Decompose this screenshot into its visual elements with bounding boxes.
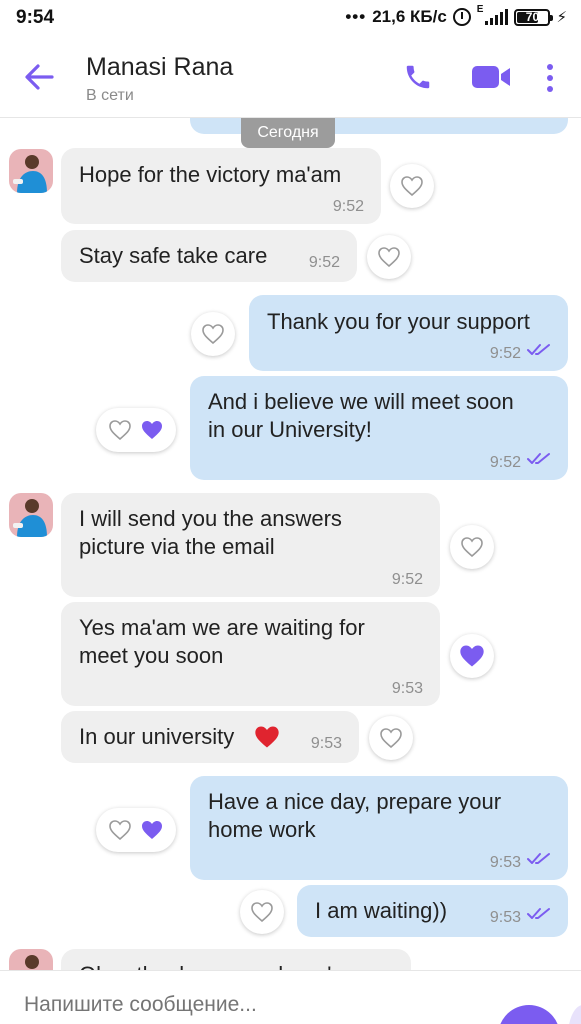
phone-icon[interactable]	[403, 62, 433, 92]
date-chip: Сегодня	[241, 118, 335, 148]
message-bubble-outgoing[interactable]: Have a nice day, prepare your home work …	[190, 776, 568, 880]
message-text: Thank you for your support	[267, 309, 530, 334]
heart-filled-icon	[142, 821, 162, 839]
avatar-image	[9, 149, 53, 193]
heart-outline-icon	[461, 537, 483, 558]
heart-outline-icon	[202, 324, 224, 345]
message-bubble-outgoing[interactable]: Thank you for your support 9:52	[249, 295, 568, 371]
double-check-icon	[527, 453, 550, 464]
message-bubble-incoming[interactable]: Yes ma'am we are waiting for meet you so…	[61, 602, 440, 706]
avatar-image	[9, 949, 53, 970]
message-text: Hope for the victory ma'am	[79, 162, 342, 187]
avatar[interactable]	[9, 149, 53, 193]
heart-filled-icon	[142, 421, 162, 439]
message-bubble-outgoing[interactable]: I am waiting)) 9:53	[297, 885, 568, 937]
like-button[interactable]	[191, 312, 235, 356]
avatar[interactable]	[9, 493, 53, 537]
message-text-line: meet you soon	[79, 643, 224, 668]
message-time: 9:52	[489, 454, 521, 471]
like-button[interactable]	[367, 235, 411, 279]
message-text: In our university	[79, 724, 235, 749]
charging-icon: ⚡	[556, 9, 567, 26]
back-arrow-icon[interactable]	[22, 60, 56, 94]
like-button[interactable]	[450, 525, 494, 569]
message-text-line: Have a nice day, prepare your	[208, 789, 502, 814]
message-time: 9:53	[489, 854, 521, 871]
message-time: 9:53	[489, 909, 521, 926]
heart-outline-icon	[380, 728, 402, 749]
red-heart-emoji-icon	[255, 726, 279, 748]
message-bubble-incoming[interactable]: Stay safe take care 9:52	[61, 230, 357, 282]
heart-filled-icon	[460, 645, 484, 667]
message-text-line: Yes ma'am we are waiting for	[79, 615, 365, 640]
double-check-icon	[527, 853, 550, 864]
chat-header: Manasi Rana В сети	[0, 36, 581, 118]
contact-name[interactable]: Manasi Rana	[86, 53, 233, 82]
status-icons: ••• 21,6 КБ/с E 70 ⚡	[345, 3, 567, 27]
like-button[interactable]	[240, 890, 284, 934]
double-check-icon	[527, 344, 550, 355]
heart-outline-icon	[109, 420, 131, 441]
message-time: 9:52	[308, 254, 340, 271]
network-type: E	[476, 3, 484, 15]
signal-icon	[485, 9, 509, 25]
status-time: 9:54	[16, 7, 55, 28]
send-button[interactable]	[498, 1005, 560, 1024]
heart-outline-icon	[401, 176, 423, 197]
more-vertical-icon[interactable]	[544, 63, 556, 93]
message-text: Okay thanks so much ma'am	[79, 961, 362, 970]
avatar[interactable]	[9, 949, 53, 970]
status-dots: •••	[345, 7, 367, 26]
message-text-line: And i believe we will meet soon	[208, 389, 514, 414]
avatar-image	[9, 493, 53, 537]
alarm-icon	[452, 8, 471, 26]
like-button-liked[interactable]	[450, 634, 494, 678]
heart-outline-icon	[109, 820, 131, 841]
message-time: 9:52	[332, 198, 364, 215]
message-time: 9:53	[310, 735, 342, 752]
composer-bar	[0, 970, 581, 1024]
message-bubble-incoming[interactable]: In our university 9:53	[61, 711, 359, 763]
like-reaction-pill[interactable]	[96, 808, 176, 852]
heart-outline-icon	[378, 247, 400, 268]
sticker-button[interactable]	[568, 1005, 581, 1024]
message-input[interactable]	[24, 993, 444, 1017]
contact-status: В сети	[86, 87, 134, 104]
heart-outline-icon	[251, 902, 273, 923]
message-time: 9:52	[489, 345, 521, 362]
message-list[interactable]: Сегодня Hope for the victory ma'am 9:52 …	[0, 118, 581, 970]
battery-level: 70	[525, 10, 540, 24]
message-text: Stay safe take care	[79, 243, 268, 268]
message-time: 9:53	[391, 680, 423, 697]
like-button[interactable]	[369, 716, 413, 760]
message-time: 9:52	[391, 571, 423, 588]
message-text-line: in our University!	[208, 417, 372, 442]
like-reaction-pill[interactable]	[96, 408, 176, 452]
message-bubble-incoming[interactable]: I will send you the answers picture via …	[61, 493, 440, 597]
message-bubble-outgoing[interactable]: And i believe we will meet soon in our U…	[190, 376, 568, 480]
video-camera-icon[interactable]	[470, 63, 512, 91]
message-text: I am waiting))	[315, 898, 448, 923]
message-text-line: home work	[208, 817, 316, 842]
message-bubble-incoming[interactable]: Hope for the victory ma'am 9:52	[61, 148, 381, 224]
message-text-line: picture via the email	[79, 534, 275, 559]
status-bar: 9:54 ••• 21,6 КБ/с E 70 ⚡	[0, 0, 581, 36]
like-button[interactable]	[390, 164, 434, 208]
message-bubble-incoming[interactable]: Okay thanks so much ma'am	[61, 949, 411, 970]
message-text-line: I will send you the answers	[79, 506, 342, 531]
network-speed: 21,6 КБ/с	[372, 7, 447, 26]
battery-icon: 70	[514, 8, 554, 26]
double-check-icon	[527, 908, 550, 919]
